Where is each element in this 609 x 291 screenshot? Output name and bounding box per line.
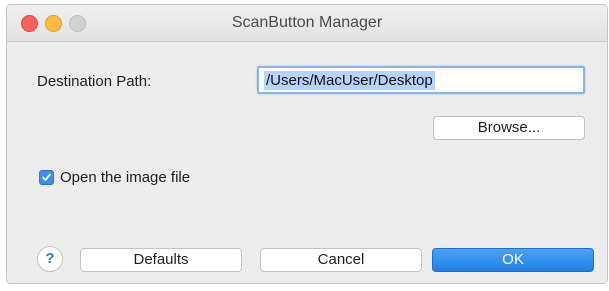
checkmark-icon <box>42 173 51 181</box>
open-image-label[interactable]: Open the image file <box>60 169 190 186</box>
open-image-checkbox[interactable] <box>39 170 54 185</box>
destination-path-value: /Users/MacUser/Desktop <box>264 71 435 90</box>
cancel-button[interactable]: Cancel <box>260 248 422 272</box>
help-button[interactable]: ? <box>37 246 63 272</box>
defaults-button[interactable]: Defaults <box>80 248 242 272</box>
title-bar[interactable]: ScanButton Manager <box>7 5 607 42</box>
help-icon: ? <box>45 250 55 267</box>
window-title: ScanButton Manager <box>231 14 383 31</box>
destination-path-field[interactable]: /Users/MacUser/Desktop <box>257 66 585 94</box>
scanbutton-manager-window: ScanButton Manager Destination Path: /Us… <box>6 4 608 284</box>
destination-path-label: Destination Path: <box>37 73 152 90</box>
browse-button[interactable]: Browse... <box>433 116 585 140</box>
ok-button[interactable]: OK <box>432 248 594 272</box>
